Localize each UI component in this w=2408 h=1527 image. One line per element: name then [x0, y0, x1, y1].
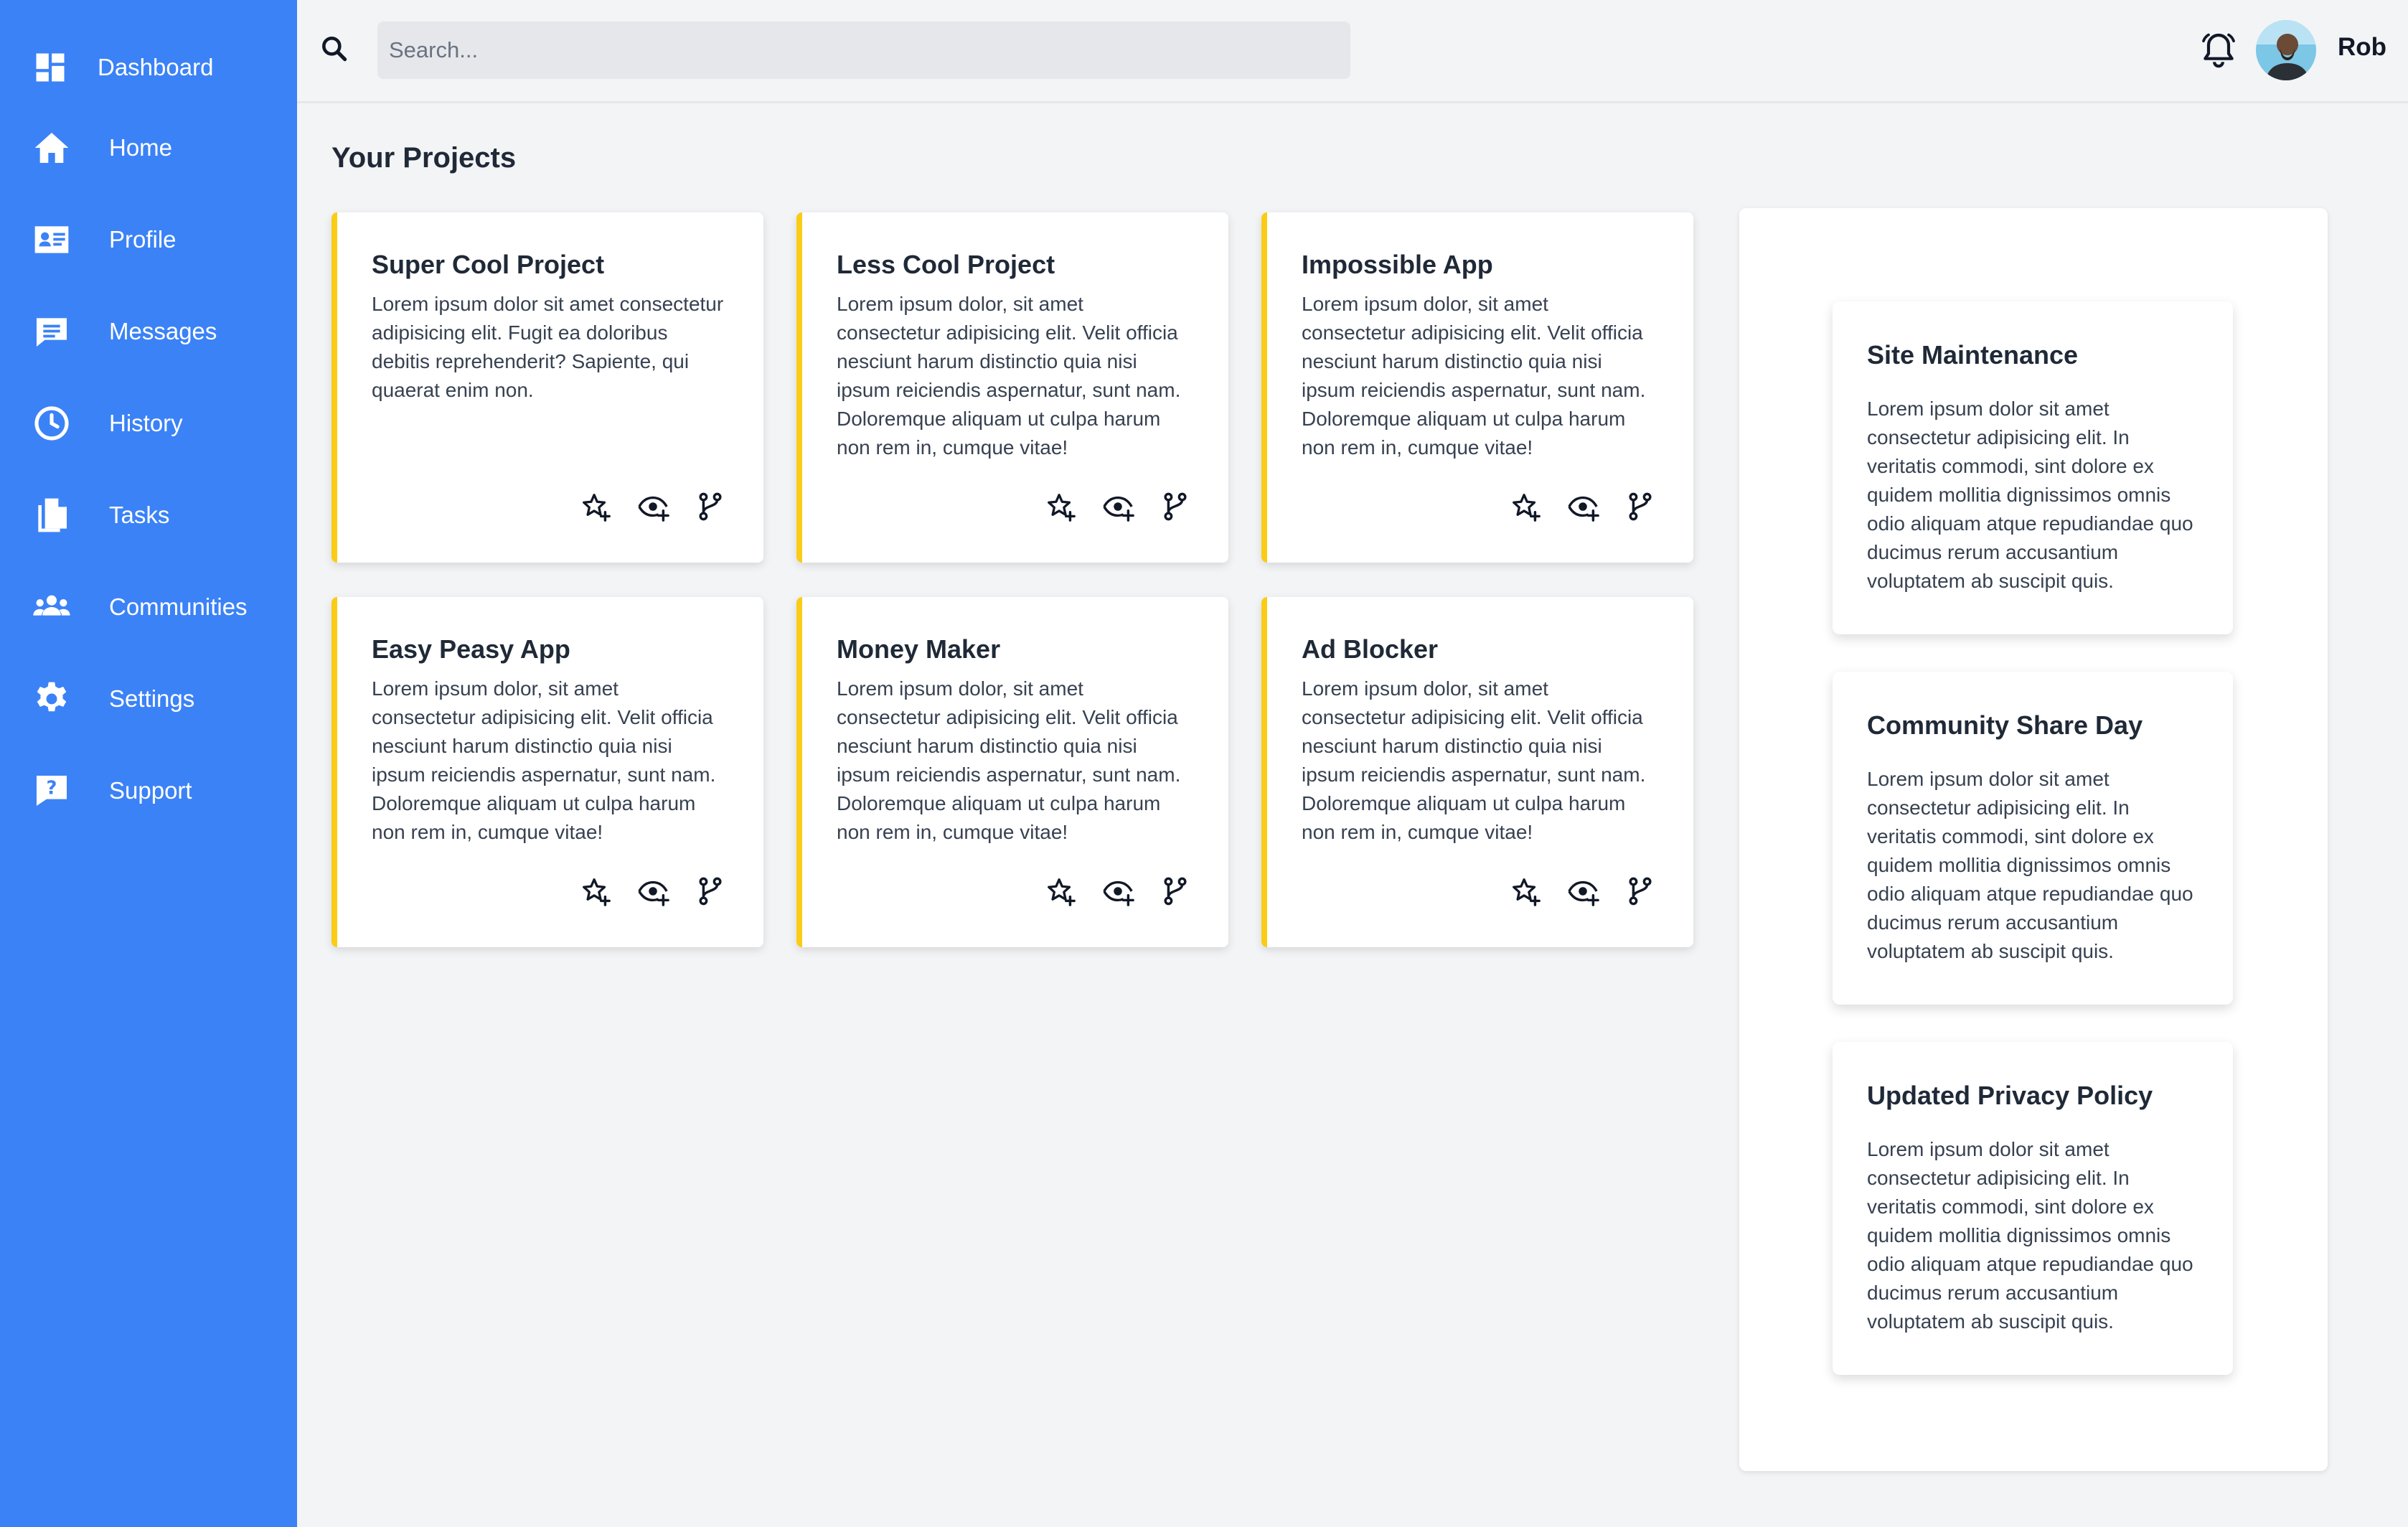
project-card[interactable]: Impossible App Lorem ipsum dolor, sit ame…	[1261, 212, 1693, 563]
brand[interactable]: Dashboard	[32, 47, 213, 88]
project-description: Lorem ipsum dolor, sit amet consectetur …	[837, 677, 1181, 843]
message-icon	[29, 309, 75, 354]
announcement-card: Site Maintenance Lorem ipsum dolor sit a…	[1833, 301, 2233, 634]
sidebar-item-label: Messages	[109, 318, 217, 344]
project-title: Less Cool Project	[837, 250, 1055, 279]
project-title: Ad Blocker	[1302, 634, 1439, 664]
watch-icon[interactable]	[1566, 489, 1600, 524]
announcement-text: Lorem ipsum dolor sit amet consectetur a…	[1867, 398, 2193, 592]
sidebar-item-label: Support	[109, 777, 192, 804]
gear-icon	[29, 676, 75, 722]
project-title: Easy Peasy App	[372, 634, 570, 664]
project-card[interactable]: Super Cool Project Lorem ipsum dolor sit …	[331, 212, 763, 563]
project-actions	[1508, 874, 1657, 908]
announcements-panel: Site Maintenance Lorem ipsum dolor sit a…	[1739, 208, 2328, 1471]
sidebar-item-label: Profile	[109, 226, 177, 253]
avatar[interactable]	[2256, 20, 2316, 80]
star-add-icon[interactable]	[578, 874, 613, 908]
fork-icon[interactable]	[1623, 874, 1657, 908]
sidebar-item-label: Communities	[109, 593, 248, 620]
project-description: Lorem ipsum dolor, sit amet consectetur …	[1302, 293, 1646, 459]
project-actions	[1043, 489, 1193, 524]
project-actions	[578, 489, 728, 524]
sidebar-item-tasks[interactable]: Tasks	[29, 492, 169, 538]
sidebar-item-label: Tasks	[109, 502, 170, 528]
fork-icon[interactable]	[693, 489, 728, 524]
fork-icon[interactable]	[693, 874, 728, 908]
watch-icon[interactable]	[1566, 874, 1600, 908]
fork-icon[interactable]	[1158, 489, 1193, 524]
project-description: Lorem ipsum dolor, sit amet consectetur …	[372, 677, 716, 843]
documents-icon	[29, 492, 75, 538]
top-bar: Rob	[297, 0, 2408, 103]
star-add-icon[interactable]	[1508, 489, 1543, 524]
fork-icon[interactable]	[1158, 874, 1193, 908]
help-chat-icon: ?	[29, 768, 75, 814]
brand-label: Dashboard	[98, 54, 214, 80]
user-name[interactable]: Rob	[2338, 33, 2386, 62]
bell-icon[interactable]	[2198, 30, 2239, 70]
announcement-card: Community Share Day Lorem ipsum dolor si…	[1833, 672, 2233, 1005]
home-icon	[29, 125, 75, 171]
announcement-title: Community Share Day	[1867, 710, 2143, 740]
watch-icon[interactable]	[636, 874, 670, 908]
project-title: Impossible App	[1302, 250, 1493, 279]
watch-icon[interactable]	[636, 489, 670, 524]
project-description: Lorem ipsum dolor sit amet consectetur a…	[372, 293, 724, 401]
project-card[interactable]: Money Maker Lorem ipsum dolor, sit amet c…	[796, 597, 1228, 947]
sidebar-item-label: Settings	[109, 685, 195, 712]
project-card[interactable]: Easy Peasy App Lorem ipsum dolor, sit ame…	[331, 597, 763, 947]
id-card-icon	[29, 217, 75, 263]
sidebar-item-profile[interactable]: Profile	[29, 217, 177, 263]
watch-icon[interactable]	[1101, 489, 1135, 524]
star-add-icon[interactable]	[1508, 874, 1543, 908]
project-card[interactable]: Ad Blocker Lorem ipsum dolor, sit amet co…	[1261, 597, 1693, 947]
users-icon	[29, 584, 75, 630]
project-title: Money Maker	[837, 634, 1001, 664]
star-add-icon[interactable]	[1043, 489, 1078, 524]
project-actions	[578, 874, 728, 908]
clock-icon	[29, 400, 75, 446]
announcement-text: Lorem ipsum dolor sit amet consectetur a…	[1867, 1138, 2193, 1333]
sidebar-item-label: History	[109, 410, 183, 436]
sidebar-item-home[interactable]: Home	[29, 125, 172, 171]
project-actions	[1043, 874, 1193, 908]
project-actions	[1508, 489, 1657, 524]
star-add-icon[interactable]	[1043, 874, 1078, 908]
project-title: Super Cool Project	[372, 250, 605, 279]
announcement-card: Updated Privacy Policy Lorem ipsum dolor…	[1833, 1042, 2233, 1375]
sidebar-item-messages[interactable]: Messages	[29, 309, 217, 354]
sidebar-item-history[interactable]: History	[29, 400, 183, 446]
announcement-title: Updated Privacy Policy	[1867, 1081, 2153, 1110]
sidebar-item-communities[interactable]: Communities	[29, 584, 248, 630]
announcement-text: Lorem ipsum dolor sit amet consectetur a…	[1867, 768, 2193, 962]
sidebar-item-settings[interactable]: Settings	[29, 676, 194, 722]
search-input[interactable]	[377, 22, 1350, 79]
project-description: Lorem ipsum dolor, sit amet consectetur …	[837, 293, 1181, 459]
sidebar-item-support[interactable]: ? Support	[29, 768, 192, 814]
page-title: Your Projects	[331, 142, 517, 174]
fork-icon[interactable]	[1623, 489, 1657, 524]
project-card[interactable]: Less Cool Project Lorem ipsum dolor, sit …	[796, 212, 1228, 563]
sidebar-item-label: Home	[109, 134, 173, 161]
sidebar: Dashboard Home Profile Messages History …	[0, 0, 297, 1527]
watch-icon[interactable]	[1101, 874, 1135, 908]
star-add-icon[interactable]	[578, 489, 613, 524]
project-description: Lorem ipsum dolor, sit amet consectetur …	[1302, 677, 1646, 843]
svg-text:?: ?	[47, 778, 57, 799]
search-icon[interactable]	[319, 33, 350, 65]
announcement-title: Site Maintenance	[1867, 340, 2079, 370]
dashboard-icon	[36, 53, 65, 82]
